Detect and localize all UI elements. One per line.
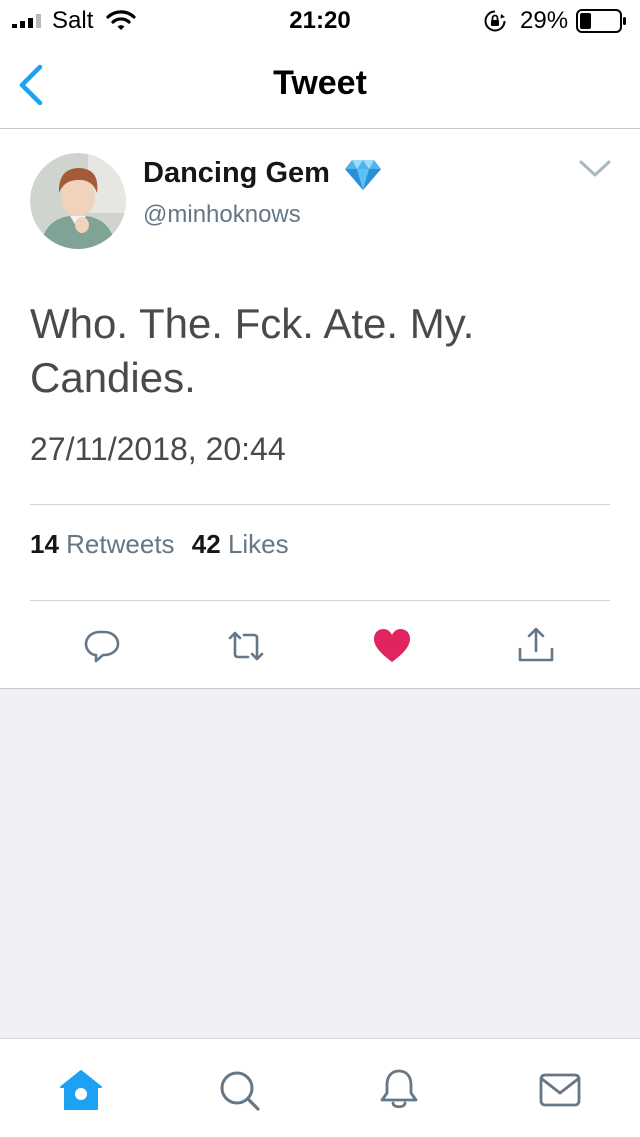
- tweet-text: Who. The. Fck. Ate. My. Candies.: [30, 300, 475, 401]
- reply-icon[interactable]: [80, 624, 124, 668]
- like-icon[interactable]: [370, 624, 414, 668]
- navigation-bar: Tweet: [0, 40, 640, 129]
- likes-count: 42: [191, 529, 221, 559]
- more-options-chevron-down-icon[interactable]: [578, 159, 612, 179]
- search-icon[interactable]: [216, 1067, 262, 1113]
- likes-label: Likes: [227, 529, 289, 559]
- empty-replies-area: [0, 689, 640, 1038]
- tweet-stats: 14 Retweets 42 Likes: [30, 529, 299, 560]
- divider: [30, 600, 610, 601]
- likes-stat[interactable]: 42 Likes: [192, 529, 289, 559]
- tweet-timestamp: 27/11/2018, 20:44: [30, 431, 286, 467]
- divider: [30, 504, 610, 505]
- retweets-stat[interactable]: 14 Retweets: [30, 529, 175, 559]
- home-icon[interactable]: [58, 1067, 104, 1113]
- orientation-lock-icon: [484, 10, 506, 32]
- battery-icon: [576, 9, 626, 33]
- status-bar: Salt 21:20 29%: [0, 0, 640, 40]
- retweets-label: Retweets: [66, 529, 175, 559]
- retweet-icon[interactable]: [224, 624, 268, 668]
- battery-percentage: 29%: [520, 7, 569, 34]
- share-icon[interactable]: [514, 624, 558, 668]
- author-handle[interactable]: @minhoknows: [143, 201, 301, 229]
- messages-icon[interactable]: [537, 1067, 583, 1113]
- page-title: Tweet: [273, 64, 367, 102]
- tweet-detail: Dancing Gem @minhoknows Who. The. Fck. A…: [0, 129, 640, 689]
- notifications-icon[interactable]: [376, 1067, 422, 1113]
- gem-icon: [345, 160, 381, 190]
- tab-bar: [0, 1038, 640, 1137]
- author-name[interactable]: Dancing Gem: [143, 157, 330, 190]
- author-avatar[interactable]: [30, 153, 126, 249]
- retweets-count: 14: [30, 529, 59, 559]
